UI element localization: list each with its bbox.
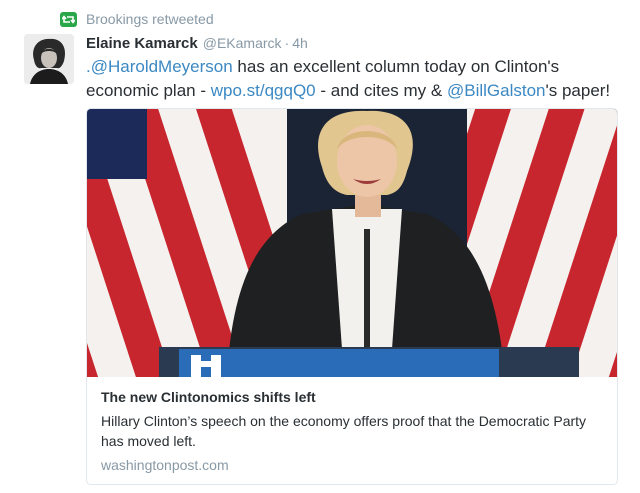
avatar[interactable] <box>24 34 74 84</box>
card-title[interactable]: The new Clintonomics shifts left <box>101 389 316 405</box>
tweet-header: Elaine Kamarck @EKamarck · 4h <box>86 35 308 55</box>
mention-haroldmeyerson[interactable]: .@HaroldMeyerson <box>86 57 233 76</box>
retweet-context: Brookings retweeted <box>60 9 214 29</box>
tweet-text-part: 's paper! <box>545 81 611 100</box>
tweet-link[interactable]: wpo.st/qgqQ0 <box>211 81 316 100</box>
author-handle[interactable]: @EKamarck <box>203 35 282 51</box>
retweet-icon <box>60 11 77 27</box>
mention-billgalston[interactable]: @BillGalston <box>447 81 546 100</box>
retweet-label[interactable]: Brookings retweeted <box>86 11 214 27</box>
card-image[interactable] <box>87 109 617 377</box>
time-separator: · <box>284 35 290 51</box>
card-description: Hillary Clinton’s speech on the economy … <box>101 413 587 449</box>
tweet[interactable]: Brookings retweeted Elaine Kamarck @EKam… <box>0 0 640 493</box>
tweet-timestamp[interactable]: 4h <box>292 35 308 51</box>
tweet-text: .@HaroldMeyerson has an excellent column… <box>86 55 626 103</box>
link-card[interactable]: The new Clintonomics shifts left Hillary… <box>86 108 618 485</box>
author-name[interactable]: Elaine Kamarck <box>86 35 198 52</box>
card-body[interactable]: The new Clintonomics shifts left Hillary… <box>87 377 617 484</box>
tweet-text-part: - and cites my & <box>315 81 447 100</box>
card-domain[interactable]: washingtonpost.com <box>101 457 229 473</box>
